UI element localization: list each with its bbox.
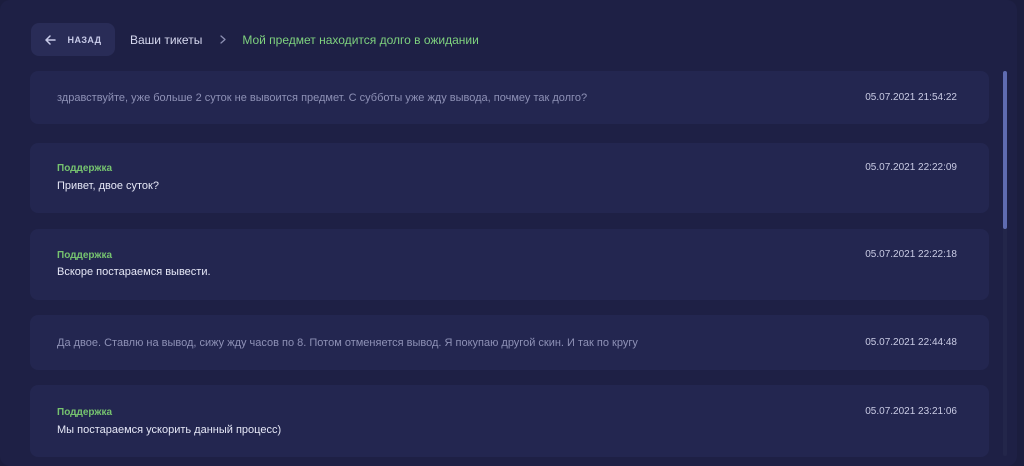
message-card: Поддержка Привет, двое суток? 05.07.2021… bbox=[30, 143, 989, 213]
arrow-left-icon bbox=[44, 34, 56, 45]
message-author: Поддержка bbox=[57, 250, 113, 261]
breadcrumb-current-ticket: Мой предмет находится долго в ожидании bbox=[242, 32, 479, 47]
message-time: 05.07.2021 22:22:18 bbox=[865, 249, 957, 260]
message-card: Поддержка Мы постараемся ускорить данный… bbox=[30, 385, 989, 457]
message-time: 05.07.2021 22:22:09 bbox=[865, 162, 957, 173]
message-text: Да двое. Ставлю на вывод, сижу жду часов… bbox=[57, 337, 638, 349]
ticket-panel: НАЗАД Ваши тикеты Мой предмет находится … bbox=[0, 0, 1017, 466]
message-author: Поддержка bbox=[57, 163, 113, 174]
message-card: Да двое. Ставлю на вывод, сижу жду часов… bbox=[30, 315, 989, 370]
scrollbar-track[interactable] bbox=[1003, 71, 1007, 456]
message-time: 05.07.2021 21:54:22 bbox=[865, 92, 957, 103]
message-text: Мы постараемся ускорить данный процесс) bbox=[57, 424, 282, 436]
message-card: Поддержка Вскоре постараемся вывести. 05… bbox=[30, 229, 989, 300]
chevron-right-icon bbox=[220, 35, 226, 44]
scrollbar-thumb[interactable] bbox=[1003, 71, 1007, 229]
message-time: 05.07.2021 22:44:48 bbox=[865, 337, 957, 348]
breadcrumb: НАЗАД Ваши тикеты Мой предмет находится … bbox=[31, 23, 479, 56]
back-button[interactable]: НАЗАД bbox=[31, 23, 115, 56]
message-text: Вскоре постараемся вывести. bbox=[57, 266, 211, 278]
message-time: 05.07.2021 23:21:06 bbox=[865, 406, 957, 417]
message-text: здравствуйте, уже больше 2 суток не выво… bbox=[57, 92, 588, 104]
message-text: Привет, двое суток? bbox=[57, 180, 159, 192]
message-author: Поддержка bbox=[57, 407, 113, 418]
breadcrumb-tickets-link[interactable]: Ваши тикеты bbox=[130, 33, 202, 47]
message-card: здравствуйте, уже больше 2 суток не выво… bbox=[30, 71, 989, 124]
back-button-label: НАЗАД bbox=[67, 34, 102, 45]
